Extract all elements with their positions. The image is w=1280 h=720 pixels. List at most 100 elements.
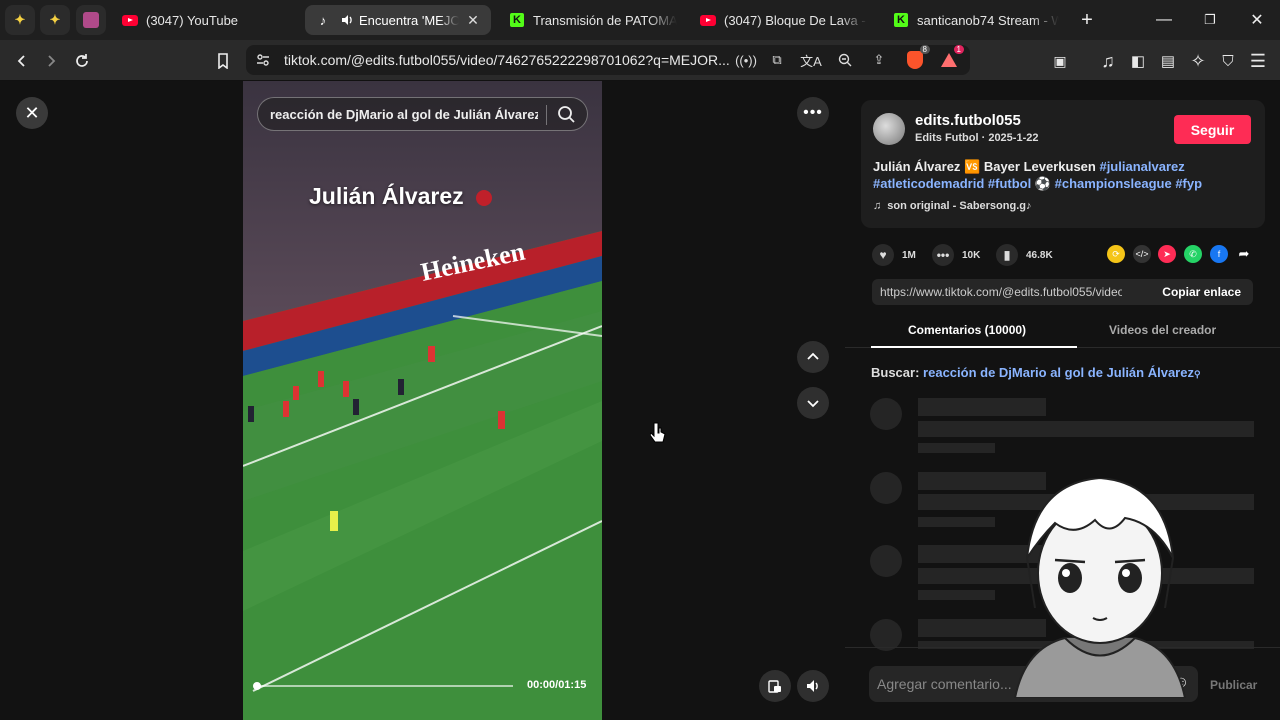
music-link[interactable]: ♫ son original - Sabersong.g♪ [873, 200, 1032, 212]
tab-comments[interactable]: Comentarios (10000) [908, 323, 1026, 337]
speaker-icon [339, 12, 355, 28]
progress-handle[interactable] [253, 682, 261, 690]
leo-ai-button[interactable]: ✧ [1185, 48, 1211, 74]
search-suggestion-link[interactable]: reacción de DjMario al gol de Julián Álv… [923, 365, 1194, 380]
back-button[interactable] [9, 48, 35, 74]
comment-skeleton-line [918, 590, 995, 600]
wallet-button[interactable]: ▤ [1155, 48, 1181, 74]
send-icon[interactable]: ➤ [1158, 245, 1176, 263]
copy-link-button[interactable]: Copiar enlace [1162, 285, 1241, 299]
tab-kick-2[interactable]: K santicanob74 Stream - Wa [883, 5, 1069, 35]
hashtag-link[interactable]: #julianalvarez [1099, 159, 1184, 174]
close-video-button[interactable]: ✕ [16, 97, 48, 129]
pinned-tab-1[interactable]: ✦ [5, 5, 35, 35]
new-tab-button[interactable]: + [1064, 0, 1110, 40]
zoom-icon[interactable] [834, 49, 856, 71]
hashtag-link[interactable]: #futbol [988, 176, 1031, 191]
shield-badge: 8 [919, 45, 930, 54]
heart-icon: ♥ [872, 244, 894, 266]
tab-tiktok[interactable]: ♪ Encuentra 'MEJORE ✕ [305, 5, 491, 35]
comment-button[interactable]: ••• 10K [932, 244, 980, 266]
more-options-button[interactable]: ••• [797, 97, 829, 129]
bird-logo-icon: ✦ [49, 12, 61, 27]
previous-video-button[interactable] [797, 341, 829, 373]
forward-button[interactable] [38, 48, 64, 74]
hashtag-link[interactable]: #fyp [1175, 176, 1202, 191]
alert-badge: 1 [953, 45, 964, 54]
share-page-icon[interactable]: ⇪ [868, 49, 890, 71]
streamer-avatar-overlay [1005, 476, 1195, 699]
facebook-icon[interactable]: f [1210, 245, 1228, 263]
translate-icon[interactable]: 文A [800, 49, 822, 71]
tab-youtube-1[interactable]: (3047) YouTube [112, 5, 300, 35]
sidebar-button[interactable]: ◧ [1125, 48, 1151, 74]
close-tab-icon[interactable]: ✕ [465, 12, 481, 29]
video-time: 00:00/01:15 [527, 679, 587, 691]
share-repost-icon[interactable]: ⟳ [1107, 245, 1125, 263]
reload-icon [76, 54, 88, 67]
video-player[interactable]: Heineken [243, 81, 602, 720]
author-username[interactable]: edits.futbol055 [915, 112, 1021, 129]
brave-rewards-icon[interactable]: 1 [938, 45, 964, 71]
search-icon[interactable] [556, 104, 576, 127]
next-video-button[interactable] [797, 387, 829, 419]
back-arrow-icon [17, 55, 25, 67]
comment-icon: ••• [932, 244, 954, 266]
chevron-up-icon [807, 352, 819, 360]
tab-creator-videos[interactable]: Videos del creador [1109, 323, 1216, 337]
follow-button[interactable]: Seguir [1174, 115, 1251, 144]
author-subtitle: Edits Futbol · 2025-1-22 [915, 132, 1039, 144]
author-card: edits.futbol055 Edits Futbol · 2025-1-22… [861, 100, 1265, 228]
vpn-button[interactable]: ⛉ [1215, 48, 1241, 74]
cast-icon[interactable]: ((•)) [735, 49, 757, 71]
video-search-pill[interactable]: reacción de DjMario al gol de Julián Álv… [257, 97, 588, 131]
comment-skeleton-line [918, 421, 1254, 437]
panel-tabs: Comentarios (10000) Videos del creador [845, 314, 1280, 348]
share-arrow-icon[interactable]: ➦ [1235, 245, 1253, 263]
share-link-box: https://www.tiktok.com/@edits.futbol055/… [872, 279, 1253, 305]
author-avatar[interactable] [873, 113, 905, 145]
tab-title: (3047) Bloque De Lava - Yo [724, 12, 868, 28]
hashtag-link[interactable]: #championsleague [1055, 176, 1172, 191]
devil-emoji-icon [476, 189, 493, 206]
save-button[interactable]: ▮ 46.8K [996, 244, 1053, 266]
site-settings-icon[interactable] [252, 49, 274, 71]
chevron-down-icon [807, 400, 819, 408]
menu-button[interactable]: ☰ [1245, 48, 1271, 74]
pip-button[interactable] [759, 670, 791, 702]
video-progress-bar[interactable] [253, 682, 513, 690]
embed-code-icon[interactable]: </> [1133, 245, 1151, 263]
video-frame-image: Heineken [243, 81, 602, 720]
url-text: tiktok.com/@edits.futbol055/video/746276… [284, 52, 730, 68]
save-count: 46.8K [1026, 249, 1053, 261]
video-overlay-title: Julián Álvarez [309, 183, 493, 210]
pinned-tab-3[interactable] [76, 5, 106, 35]
tab-title: santicanob74 Stream - Wa [917, 12, 1059, 28]
tab-youtube-2[interactable]: (3047) Bloque De Lava - Yo [690, 5, 878, 35]
avatar-icon [83, 12, 99, 28]
search-suggestion[interactable]: Buscar: reacción de DjMario al gol de Ju… [871, 365, 1201, 380]
maximize-button[interactable]: ❐ [1187, 0, 1233, 40]
pinned-tab-2[interactable]: ✦ [40, 5, 70, 35]
media-button[interactable]: ♫ [1095, 48, 1121, 74]
like-button[interactable]: ♥ 1M [872, 244, 916, 266]
tab-kick-1[interactable]: K Transmisión de PATOMAN [499, 5, 687, 35]
bird-logo-icon: ✦ [14, 12, 26, 27]
reload-button[interactable] [69, 48, 95, 74]
address-bar[interactable]: tiktok.com/@edits.futbol055/video/746276… [246, 45, 970, 75]
tab-search-button[interactable]: ▣ [1047, 48, 1073, 74]
open-external-icon[interactable]: ⧉ [766, 49, 788, 71]
minimize-button[interactable]: — [1141, 0, 1187, 40]
whatsapp-icon[interactable]: ✆ [1184, 245, 1202, 263]
publish-button[interactable]: Publicar [1210, 678, 1257, 692]
bookmark-button[interactable] [210, 48, 236, 74]
brave-shield-icon[interactable]: 8 [904, 45, 930, 71]
hashtag-link[interactable]: #atleticodemadrid [873, 176, 984, 191]
comment-skeleton-line [918, 517, 995, 527]
close-window-button[interactable]: ✕ [1234, 0, 1280, 40]
comment-skeleton-avatar [870, 472, 902, 504]
tab-title: Encuentra 'MEJORE [359, 12, 459, 28]
volume-button[interactable] [797, 670, 829, 702]
active-tab-underline [871, 346, 1077, 348]
search-icon: ⚲ [1193, 369, 1201, 379]
